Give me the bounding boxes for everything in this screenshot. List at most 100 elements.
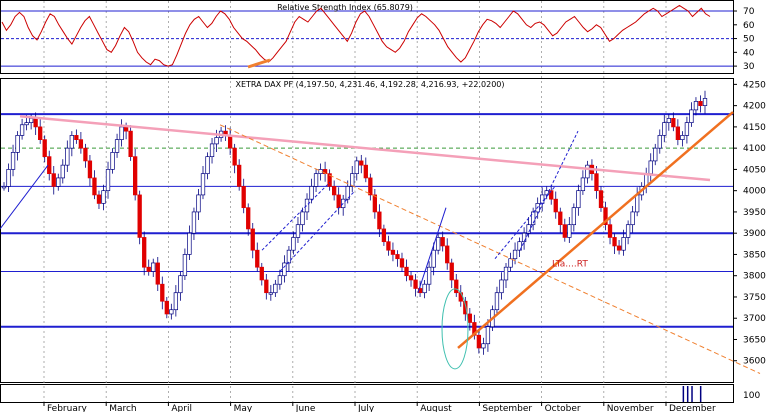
price-title: XETRA DAX PF (4,197.50, 4,231.46, 4,192.… xyxy=(235,80,504,89)
candle-body xyxy=(255,249,260,268)
price-tick-label: 4100 xyxy=(743,144,766,154)
month-label: March xyxy=(109,404,136,412)
candle-body xyxy=(65,147,70,166)
candle-body xyxy=(576,190,581,209)
candle-body xyxy=(33,118,38,128)
candle-body xyxy=(38,126,43,141)
price-tick-label: 4250 xyxy=(743,80,766,90)
candle-body xyxy=(350,173,355,187)
candle-body xyxy=(684,122,690,136)
candle-body xyxy=(494,292,500,311)
candle-body xyxy=(454,279,459,294)
candle-body xyxy=(78,139,84,149)
candle-body xyxy=(558,211,563,226)
candle-body xyxy=(291,237,296,251)
price-tick-label: 4050 xyxy=(743,165,766,175)
candle-body xyxy=(598,190,604,209)
candle-body xyxy=(408,275,414,281)
candle-body xyxy=(173,292,179,311)
price-tick-label: 3600 xyxy=(743,357,766,367)
volume-tick-label: 100 xyxy=(743,391,760,401)
candle-body xyxy=(241,186,246,209)
month-label: July xyxy=(357,404,375,412)
candle-body xyxy=(499,279,504,294)
price-tick-label: 3700 xyxy=(743,314,766,324)
candle-body xyxy=(458,292,463,302)
candle-body xyxy=(209,143,215,158)
candle-body xyxy=(300,211,305,226)
candle-body xyxy=(354,160,359,175)
candle-body xyxy=(191,211,197,234)
candle-body xyxy=(625,224,631,238)
candle-body xyxy=(693,101,699,111)
rsi-tick-label: 30 xyxy=(743,62,755,72)
candle-body xyxy=(28,118,34,123)
month-label: October xyxy=(545,404,581,412)
candle-body xyxy=(196,194,201,213)
candle-body xyxy=(96,194,102,204)
candle-body xyxy=(160,283,165,302)
candle-body xyxy=(359,160,364,166)
candle-body xyxy=(187,232,192,255)
candle-body xyxy=(481,343,486,349)
candle-body xyxy=(246,207,251,230)
candle-body xyxy=(476,334,482,349)
candle-body xyxy=(336,194,341,209)
rsi-tick-label: 70 xyxy=(743,7,755,17)
candle-body xyxy=(200,173,206,196)
candle-body xyxy=(74,135,79,141)
trend-label: LTa....RT xyxy=(552,259,588,269)
candle-body xyxy=(60,164,65,179)
candle-body xyxy=(155,262,160,285)
candle-body xyxy=(698,101,703,106)
candle-body xyxy=(390,249,396,255)
candle-body xyxy=(368,177,373,196)
candle-body xyxy=(653,147,658,162)
candle-body xyxy=(87,160,93,179)
month-label: November xyxy=(607,404,654,412)
candle-body xyxy=(607,224,613,238)
candle-body xyxy=(313,173,319,187)
candle-body xyxy=(182,254,188,277)
price-tick-label: 3800 xyxy=(743,272,766,282)
candle-body xyxy=(214,137,219,145)
candle-body xyxy=(585,164,590,179)
month-label: May xyxy=(234,404,253,412)
rsi-tick-label: 60 xyxy=(743,21,755,31)
candle-body xyxy=(553,198,558,213)
candle-body xyxy=(51,173,56,187)
candle-body xyxy=(304,198,310,213)
candle-body xyxy=(6,169,11,187)
candle-body xyxy=(372,194,378,213)
candle-body xyxy=(69,135,74,149)
chart-frames xyxy=(0,0,734,403)
price-tick-label: 3900 xyxy=(743,229,766,239)
chart-svg: 3040506070Relative Strength Index (65.80… xyxy=(0,0,766,414)
candle-body xyxy=(264,279,269,294)
candle-body xyxy=(151,262,156,272)
candle-body xyxy=(562,224,567,238)
month-label: April xyxy=(171,404,192,412)
candle-body xyxy=(331,186,337,196)
candle-body xyxy=(436,237,441,251)
candle-body xyxy=(42,139,47,158)
candle-body xyxy=(580,177,586,192)
candle-body xyxy=(178,275,183,294)
rsi-tick-label: 40 xyxy=(743,48,755,58)
candle-body xyxy=(137,194,142,238)
candle-body xyxy=(702,98,708,106)
candle-body xyxy=(114,139,120,153)
candle-body xyxy=(540,194,545,204)
candle-body xyxy=(128,130,133,158)
price-tick-label: 4000 xyxy=(743,187,766,197)
candle-body xyxy=(83,147,88,162)
panel-frame xyxy=(0,384,734,403)
candle-body xyxy=(169,309,174,315)
candle-body xyxy=(110,152,115,170)
candle-body xyxy=(56,177,61,187)
candle-body xyxy=(10,152,16,170)
candle-body xyxy=(123,126,129,132)
candle-body xyxy=(630,211,635,226)
candle-body xyxy=(426,266,432,285)
candle-body xyxy=(404,266,409,277)
